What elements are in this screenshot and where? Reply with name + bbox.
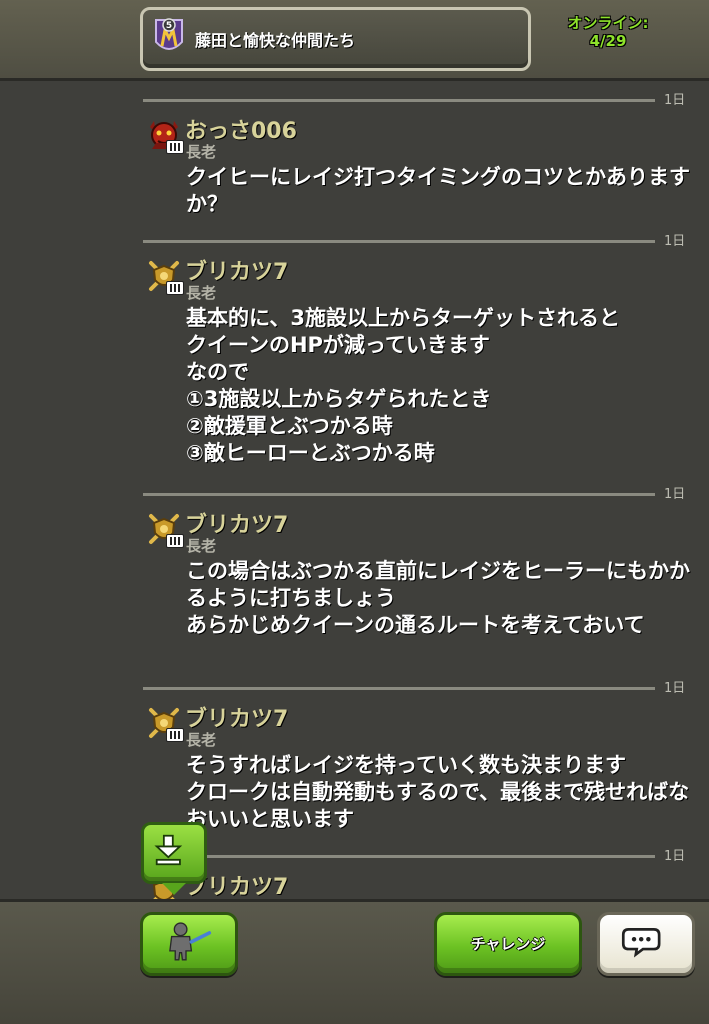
challenge-label: チャレンジ (470, 935, 546, 953)
message-text: クイヒーにレイジ打つタイミングのコツとかありますか？ (186, 165, 690, 216)
message-time: 1日 (664, 681, 686, 696)
online-label: オンライン: (567, 14, 649, 32)
chat-log[interactable]: 1日 おっさ006 長老 クイヒーにレイジ打つタイミングのコツとかありますか？ … (0, 81, 709, 899)
online-status: オンライン: 4/29 (548, 14, 668, 50)
rank-badge-icon (166, 140, 184, 154)
message-divider (143, 855, 655, 858)
request-troops-button[interactable] (140, 912, 238, 976)
clan-name: 藤田と愉快な仲間たち (195, 31, 356, 50)
scroll-to-bottom-button[interactable] (141, 822, 207, 895)
message-divider (143, 99, 655, 102)
clan-level: 5 (166, 21, 172, 31)
message-time: 1日 (664, 93, 686, 108)
chat-input-button[interactable] (597, 912, 695, 976)
message-time: 1日 (664, 234, 686, 249)
message-time: 1日 (664, 849, 686, 864)
speech-bubble-icon (621, 928, 661, 958)
message-text: 基本的に、3施設以上からターゲットされると クイーンのHPが減っていきます なの… (186, 306, 620, 465)
message-text: そうすればレイジを持っていく数も決まります クロークは自動発動もするので、最後ま… (186, 753, 690, 831)
chat-header: 5 藤田と愉快な仲間たち オンライン: 4/29 (0, 0, 709, 81)
message-time: 1日 (664, 487, 686, 502)
rank-badge-icon (166, 728, 184, 742)
message-divider (143, 687, 655, 690)
clan-badge-icon: 5 (153, 16, 185, 58)
online-count: 4/29 (589, 32, 627, 50)
sender-role: 長老 (186, 143, 217, 161)
challenge-button[interactable]: チャレンジ (434, 912, 582, 976)
sender-role: 長老 (186, 284, 217, 302)
message-text: この場合はぶつかる直前にレイジをヒーラーにもかかるように打ちましょう あらかじめ… (186, 559, 690, 637)
rank-badge-icon (166, 534, 184, 548)
message-divider (143, 240, 655, 243)
sender-role: 長老 (186, 537, 217, 555)
message-divider (143, 493, 655, 496)
rank-badge-icon (166, 281, 184, 295)
troop-silhouette-icon (169, 922, 212, 961)
download-arrow-icon (154, 834, 183, 866)
clan-name-plate[interactable]: 5 藤田と愉快な仲間たち (140, 7, 531, 71)
clan-chat-screen: 5 藤田と愉快な仲間たち オンライン: 4/29 1日 おっさ006 長老 クイ… (0, 0, 709, 1024)
sender-role: 長老 (186, 731, 217, 749)
